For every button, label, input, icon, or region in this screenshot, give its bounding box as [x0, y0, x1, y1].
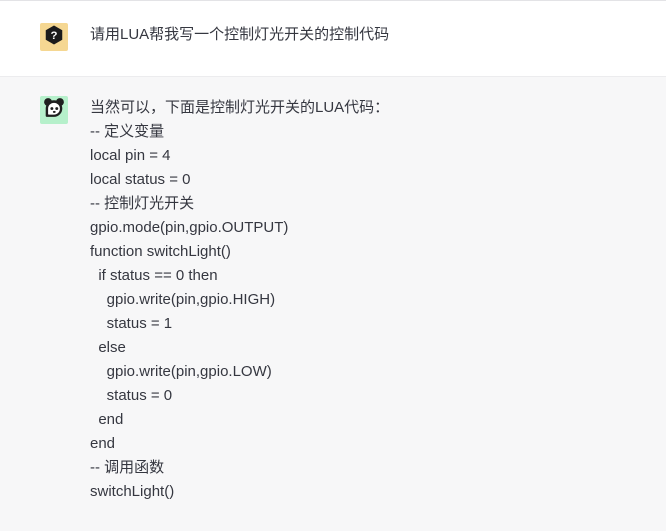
code-block[interactable]: -- 定义变量 local pin = 4 local status = 0 -- 控… [90, 120, 642, 504]
code-line: gpio.write(pin,gpio.LOW) [90, 363, 272, 380]
code-line: local pin = 4 [90, 147, 171, 164]
code-line: local status = 0 [90, 171, 191, 188]
assistant-intro-text: 当然可以，下面是控制灯光开关的LUA代码： [90, 99, 390, 116]
message-row-assistant: 当然可以，下面是控制灯光开关的LUA代码： -- 定义变量 local pin =… [0, 76, 666, 531]
code-line: end [90, 435, 116, 452]
code-line: end [90, 411, 124, 428]
question-mark-hexagon-icon: ? [43, 24, 65, 51]
message-inner-assistant: 当然可以，下面是控制灯光开关的LUA代码： -- 定义变量 local pin =… [0, 95, 666, 504]
code-content: -- 定义变量 local pin = 4 local status = 0 -- 控… [90, 120, 642, 504]
message-body-user: 请用LUA帮我写一个控制灯光开关的控制代码 [90, 22, 642, 47]
message-inner-user: ? 请用LUA帮我写一个控制灯光开关的控制代码 [0, 22, 666, 51]
code-line: status = 1 [90, 315, 173, 332]
avatar [40, 96, 68, 124]
code-line: else [90, 339, 126, 356]
code-line: -- 调用函数 [90, 459, 165, 476]
code-line: gpio.write(pin,gpio.HIGH) [90, 291, 276, 308]
avatar: ? [40, 23, 68, 51]
code-line: switchLight() [90, 483, 175, 500]
svg-text:?: ? [51, 30, 58, 42]
code-line: status = 0 [90, 387, 173, 404]
message-body-assistant: 当然可以，下面是控制灯光开关的LUA代码： -- 定义变量 local pin =… [90, 95, 642, 504]
code-line: gpio.mode(pin,gpio.OUTPUT) [90, 219, 289, 236]
code-line: if status == 0 then [90, 267, 218, 284]
user-message-text: 请用LUA帮我写一个控制灯光开关的控制代码 [90, 26, 390, 43]
message-row-user: ? 请用LUA帮我写一个控制灯光开关的控制代码 [0, 1, 666, 76]
code-line: function switchLight() [90, 243, 231, 260]
chat-thread[interactable]: ? 请用LUA帮我写一个控制灯光开关的控制代码 当然可以，下面是控制灯光开关的L… [0, 0, 666, 531]
panda-chat-bubble-icon [42, 96, 66, 124]
code-line: -- 控制灯光开关 [90, 195, 195, 212]
code-line: -- 定义变量 [90, 123, 165, 140]
